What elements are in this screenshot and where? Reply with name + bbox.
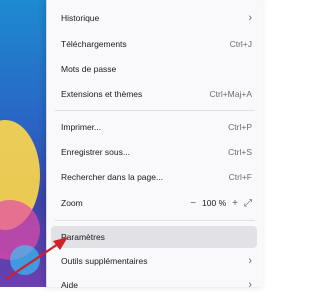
menu-item-label: Mots de passe (61, 64, 117, 74)
menu-item-zoom: Zoom − 100 % + ⤢ (47, 192, 260, 214)
fullscreen-icon[interactable]: ⤢ (244, 198, 252, 209)
menu-separator (55, 110, 255, 111)
menu-item-label: Imprimer... (61, 122, 102, 132)
menu-item-history[interactable]: Historique › (47, 7, 260, 29)
menu-item-label: Outils supplémentaires (61, 256, 148, 266)
menu-item-shortcut: Ctrl+P (228, 122, 252, 132)
chevron-right-icon: › (248, 255, 252, 267)
menu-item-help[interactable]: Aide › (47, 274, 260, 296)
menu-item-passwords[interactable]: Mots de passe (47, 58, 260, 80)
menu-item-label: Paramètres (61, 232, 105, 242)
zoom-controls: − 100 % + ⤢ (190, 198, 252, 209)
menu-item-shortcut: Ctrl+Maj+A (209, 89, 252, 99)
zoom-level[interactable]: 100 % (202, 198, 226, 208)
menu-item-save-as[interactable]: Enregistrer sous... Ctrl+S (47, 141, 260, 163)
menu-item-shortcut: Ctrl+S (228, 147, 252, 157)
menu-item-label: Historique (61, 13, 100, 23)
app-menu-panel: Historique › Téléchargements Ctrl+J Mots… (46, 0, 263, 291)
menu-item-label: Enregistrer sous... (61, 147, 130, 157)
menu-item-more-tools[interactable]: Outils supplémentaires › (47, 250, 260, 272)
menu-item-label: Zoom (61, 198, 83, 208)
menu-item-shortcut: Ctrl+J (229, 39, 252, 49)
menu-item-label: Aide (61, 280, 79, 290)
background-artwork (0, 0, 46, 287)
menu-item-find-in-page[interactable]: Rechercher dans la page... Ctrl+F (47, 166, 260, 188)
menu-item-label: Rechercher dans la page... (61, 172, 164, 182)
menu-item-print[interactable]: Imprimer... Ctrl+P (47, 116, 260, 138)
menu-item-label: Extensions et thèmes (61, 89, 143, 99)
chevron-right-icon: › (248, 12, 252, 24)
menu-item-downloads[interactable]: Téléchargements Ctrl+J (47, 33, 260, 55)
menu-item-extensions[interactable]: Extensions et thèmes Ctrl+Maj+A (47, 83, 260, 105)
chevron-right-icon: › (248, 279, 252, 291)
artwork-shape (10, 245, 40, 275)
zoom-out-button[interactable]: − (190, 198, 196, 209)
menu-item-label: Téléchargements (61, 39, 127, 49)
menu-item-shortcut: Ctrl+F (228, 172, 252, 182)
menu-separator (55, 220, 255, 221)
zoom-in-button[interactable]: + (232, 198, 238, 209)
menu-item-settings[interactable]: Paramètres (51, 226, 257, 248)
